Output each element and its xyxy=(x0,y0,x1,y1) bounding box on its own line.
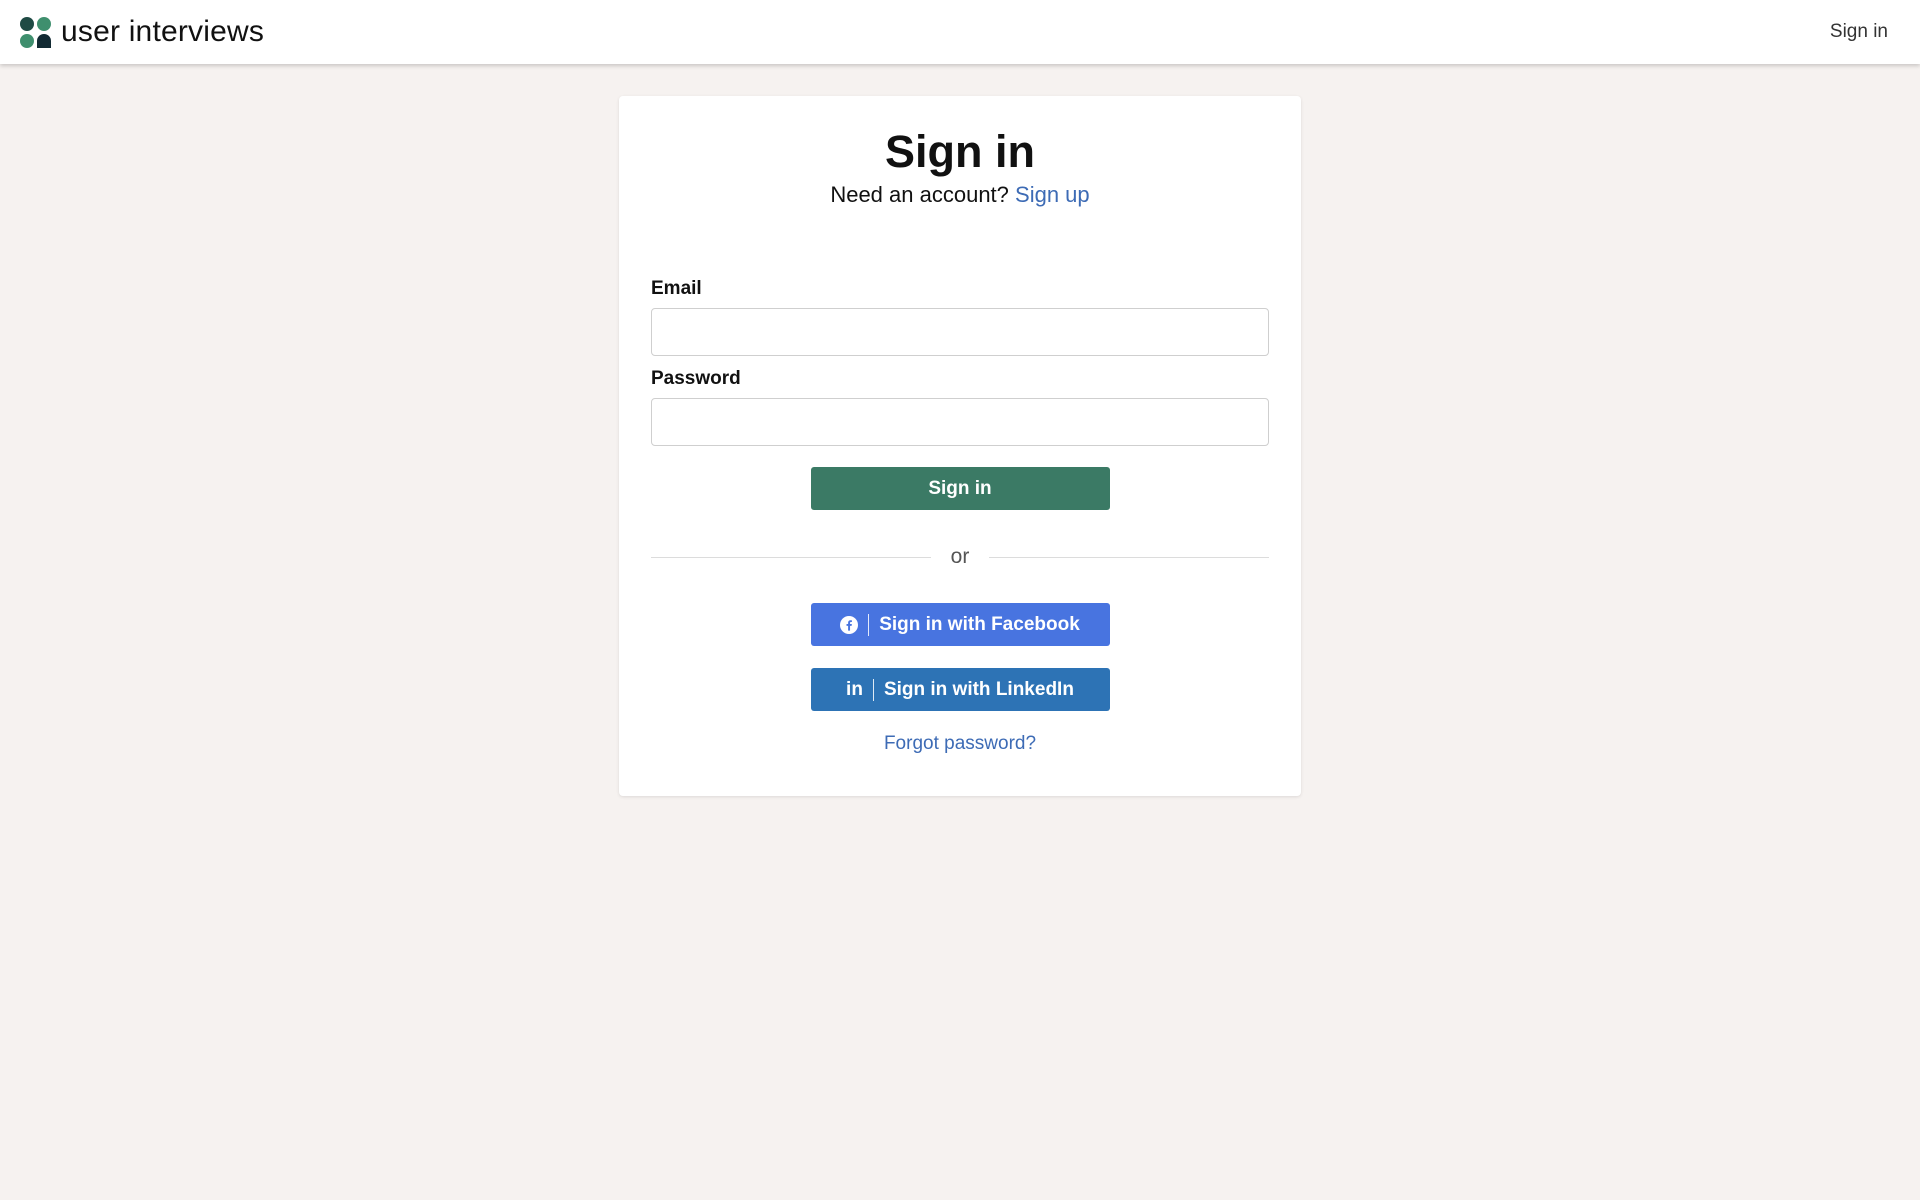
linkedin-signin-label: Sign in with LinkedIn xyxy=(883,678,1074,700)
user-interviews-logo-icon xyxy=(20,16,51,48)
email-label: Email xyxy=(651,278,702,299)
brand-name: user interviews xyxy=(61,15,265,48)
page-title: Sign in xyxy=(885,126,1035,177)
forgot-password-link[interactable]: Forgot password? xyxy=(651,733,1269,755)
divider-text: or xyxy=(950,545,970,568)
signin-card: Sign in Need an account? Sign up Email P… xyxy=(619,96,1301,796)
facebook-signin-label: Sign in with Facebook xyxy=(879,613,1080,635)
email-field[interactable] xyxy=(651,308,1269,356)
facebook-icon xyxy=(840,613,870,636)
signup-prompt: Need an account? Sign up xyxy=(651,182,1269,208)
nav-signin-link[interactable]: Sign in xyxy=(1830,21,1888,43)
divider-line-left xyxy=(651,556,931,558)
linkedin-icon-glyph: in xyxy=(846,678,863,700)
facebook-signin-button[interactable]: Sign in with Facebook xyxy=(810,603,1110,646)
signin-button[interactable]: Sign in xyxy=(810,467,1110,510)
linkedin-signin-button[interactable]: in Sign in with LinkedIn xyxy=(810,668,1110,711)
linkedin-icon: in xyxy=(846,678,874,701)
top-navbar: user interviews Sign in xyxy=(0,0,1920,64)
password-field[interactable] xyxy=(651,398,1269,446)
signup-prompt-text: Need an account? xyxy=(830,182,1009,207)
or-divider: or xyxy=(651,545,1269,569)
signup-link[interactable]: Sign up xyxy=(1015,182,1090,207)
password-label: Password xyxy=(651,368,741,389)
brand-logo-link[interactable]: user interviews xyxy=(20,15,264,49)
signin-button-label: Sign in xyxy=(928,477,992,499)
divider-line-right xyxy=(989,556,1269,558)
